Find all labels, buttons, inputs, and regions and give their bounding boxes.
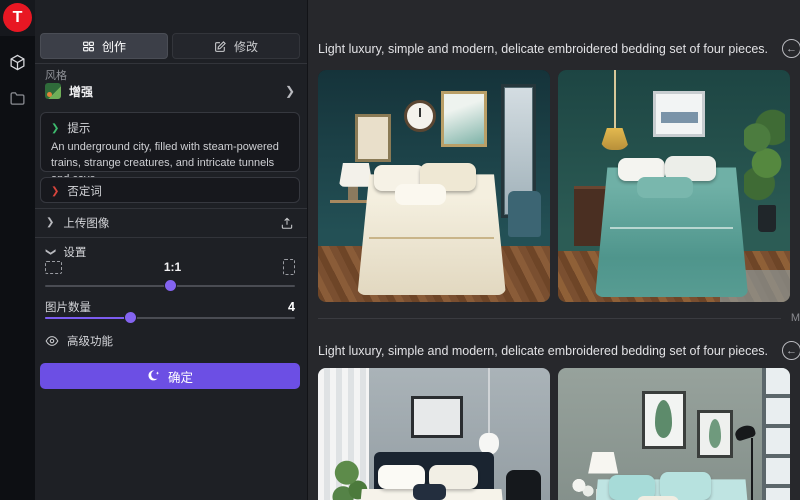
app-logo[interactable]: T bbox=[3, 3, 32, 32]
style-thumbnail bbox=[45, 83, 61, 99]
generated-image-4[interactable] bbox=[558, 368, 790, 500]
date-label: May 24, bbox=[791, 312, 800, 324]
mode-tabs: 创作 修改 bbox=[40, 33, 300, 59]
chevron-down-icon: ❯︎ bbox=[51, 123, 59, 134]
tab-create[interactable]: 创作 bbox=[40, 33, 168, 59]
date-divider: May 24, bbox=[318, 311, 800, 325]
style-selector[interactable]: 增强 ❯ bbox=[40, 80, 300, 102]
chevron-down-icon: ❯ bbox=[45, 248, 55, 256]
tab-modify[interactable]: 修改 bbox=[172, 33, 300, 59]
upload-image-row[interactable]: ❯ 上传图像 bbox=[40, 211, 300, 235]
upload-icon bbox=[280, 216, 294, 230]
landscape-ratio-icon[interactable] bbox=[45, 261, 62, 274]
confirm-button[interactable]: 确定 bbox=[40, 363, 300, 389]
bedroom-render-white bbox=[318, 368, 550, 500]
negative-box[interactable]: ❯ 否定词 bbox=[40, 177, 300, 203]
generation-feed: Light luxury, simple and modern, delicat… bbox=[308, 0, 800, 500]
slider-thumb[interactable] bbox=[125, 312, 136, 323]
left-rail: T bbox=[0, 0, 35, 500]
portrait-ratio-icon[interactable] bbox=[283, 259, 295, 275]
grid-icon bbox=[82, 40, 95, 53]
advanced-features-label: 高级功能 bbox=[67, 333, 113, 349]
generated-image-2[interactable] bbox=[558, 70, 790, 302]
aspect-ratio-row: 1:1 bbox=[45, 256, 295, 278]
feed-prompt-row: Light luxury, simple and modern, delicat… bbox=[318, 39, 800, 58]
style-value: 增强 bbox=[69, 83, 277, 100]
negative-label: 否定词 bbox=[67, 183, 102, 199]
feed-prompt-text: Light luxury, simple and modern, delicat… bbox=[318, 344, 768, 358]
bedroom-render-cream bbox=[318, 70, 550, 302]
bedroom-render-aqua bbox=[558, 368, 790, 500]
feed-prompt-row: Light luxury, simple and modern, delicat… bbox=[318, 341, 800, 360]
negative-header[interactable]: ❯ 否定词 bbox=[41, 178, 299, 202]
divider-line bbox=[318, 318, 781, 319]
generated-image-3[interactable] bbox=[318, 368, 550, 500]
aspect-ratio-slider[interactable] bbox=[45, 279, 295, 293]
upload-label: 上传图像 bbox=[63, 215, 271, 231]
tab-create-label: 创作 bbox=[102, 38, 126, 55]
slider-fill bbox=[45, 317, 130, 319]
cube-3d-icon[interactable] bbox=[0, 48, 35, 76]
chevron-right-icon: ❯ bbox=[285, 85, 295, 97]
generation-panel: 创作 修改 风格 增强 ❯ ❯︎ 提示 An underground city,… bbox=[35, 0, 308, 500]
divider bbox=[35, 237, 307, 238]
image-count-slider[interactable] bbox=[45, 311, 295, 325]
slider-thumb[interactable] bbox=[165, 280, 176, 291]
prompt-header[interactable]: ❯︎ 提示 bbox=[41, 113, 299, 139]
divider bbox=[35, 208, 307, 209]
prompt-label: 提示 bbox=[67, 120, 90, 136]
tab-modify-label: 修改 bbox=[234, 38, 258, 55]
divider bbox=[35, 63, 307, 64]
advanced-features-row[interactable]: 高级功能 bbox=[45, 331, 113, 351]
confirm-button-label: 确定 bbox=[168, 367, 193, 386]
generated-image-1[interactable] bbox=[318, 70, 550, 302]
reuse-prompt-icon[interactable]: ← bbox=[782, 39, 800, 58]
edit-icon bbox=[214, 40, 227, 53]
feed-prompt-text: Light luxury, simple and modern, delicat… bbox=[318, 42, 768, 56]
folder-icon[interactable] bbox=[0, 84, 35, 112]
eye-icon bbox=[45, 334, 59, 348]
chevron-right-icon: ❯ bbox=[46, 218, 54, 228]
moon-sparkle-icon bbox=[147, 369, 161, 383]
reuse-prompt-icon[interactable]: ← bbox=[782, 341, 800, 360]
aspect-ratio-value: 1:1 bbox=[62, 260, 283, 274]
chevron-right-icon: ❯ bbox=[51, 186, 59, 197]
prompt-box[interactable]: ❯︎ 提示 An underground city, filled with s… bbox=[40, 112, 300, 172]
bedroom-render-teal bbox=[558, 70, 790, 302]
